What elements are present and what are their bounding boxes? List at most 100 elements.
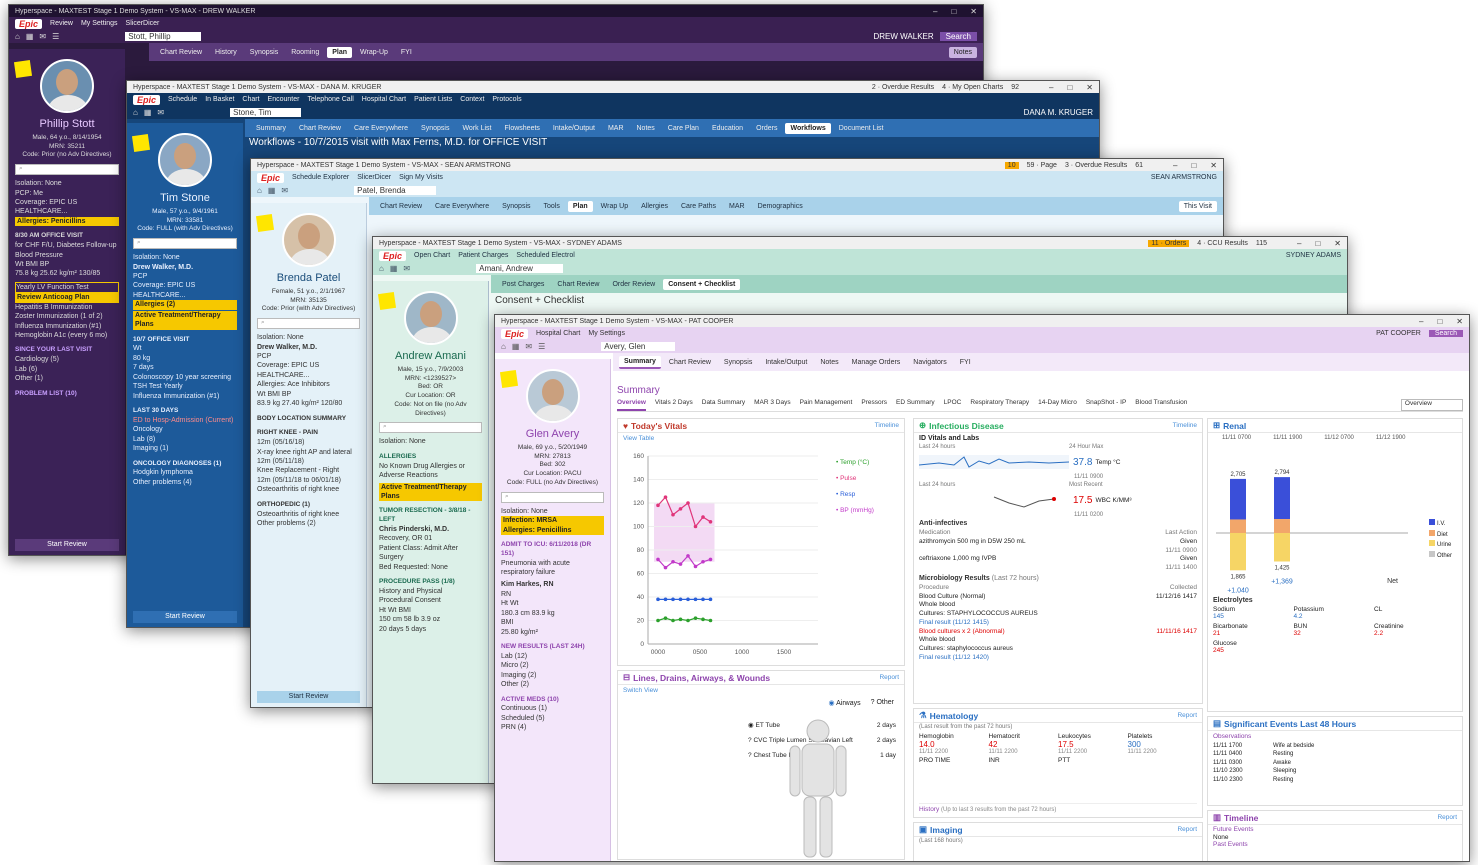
- calendar-icon[interactable]: ▦: [268, 186, 276, 195]
- tab-flowsheets[interactable]: Flowsheets: [500, 123, 545, 134]
- health-maintenance-item[interactable]: Review Anticoag Plan: [15, 293, 119, 303]
- subtab-blood-transfusion[interactable]: Blood Transfusion: [1135, 399, 1187, 411]
- result-other[interactable]: Other (2): [501, 680, 604, 689]
- timeline-link[interactable]: Timeline: [875, 422, 899, 429]
- oncology-diagnoses-header[interactable]: ONCOLOGY DIAGNOSES (1): [133, 460, 237, 469]
- tab-order-review[interactable]: Order Review: [607, 279, 660, 290]
- minimize-icon[interactable]: –: [933, 7, 937, 16]
- notes-button[interactable]: Notes: [948, 46, 977, 58]
- home-icon[interactable]: ⌂: [257, 186, 262, 195]
- epic-button[interactable]: Epic: [257, 172, 285, 183]
- sticky-note-icon[interactable]: [131, 133, 151, 153]
- start-review-button[interactable]: Start Review: [133, 611, 237, 623]
- result-imaging[interactable]: Imaging (2): [501, 671, 604, 680]
- orders-alert[interactable]: 11 · Orders: [1148, 239, 1190, 247]
- nurse-name[interactable]: Kim Harkes, RN: [501, 580, 604, 589]
- home-icon[interactable]: ⌂: [501, 342, 506, 351]
- tab-plan[interactable]: Plan: [567, 200, 593, 212]
- result-micro[interactable]: Micro (2): [501, 661, 604, 670]
- subtab-micro[interactable]: 14-Day Micro: [1038, 399, 1077, 411]
- tab-chart-review[interactable]: Chart Review: [294, 123, 346, 134]
- patient-tab[interactable]: Avery, Glen: [601, 342, 676, 351]
- this-visit-dropdown[interactable]: This Visit: [1178, 200, 1217, 212]
- sidebar-search[interactable]: ⌕: [133, 238, 237, 250]
- subtab-data-summary[interactable]: Data Summary: [702, 399, 745, 411]
- history-row[interactable]: History (Up to last 3 results from the p…: [919, 803, 1197, 813]
- micro-status[interactable]: Final result (11/12 1415): [919, 619, 989, 628]
- tab-summary[interactable]: Summary: [251, 123, 291, 134]
- result-imaging[interactable]: Imaging (1): [133, 444, 237, 453]
- result-lab[interactable]: Lab (8): [133, 435, 237, 444]
- minimize-icon[interactable]: –: [1297, 239, 1301, 248]
- treatment-plans-badge[interactable]: Active Treatment/Therapy Plans: [133, 310, 237, 330]
- event-row[interactable]: 11/10 2300 Resting: [1213, 776, 1457, 784]
- tab-wrap-up[interactable]: Wrap-Up: [355, 47, 393, 58]
- allergies-badge[interactable]: Allergies: Penicillins: [501, 525, 604, 535]
- menu-my-settings[interactable]: My Settings: [81, 20, 118, 27]
- menu-chart[interactable]: Chart: [242, 96, 259, 103]
- allergies-badge[interactable]: Allergies: Penicillins: [15, 216, 119, 227]
- calendar-icon[interactable]: ▦: [144, 108, 152, 117]
- timeline-item[interactable]: 12m (05/11/18 to 06/01/18): [257, 476, 360, 485]
- allergies[interactable]: Allergies: Ace Inhibitors: [257, 380, 360, 389]
- home-icon[interactable]: ⌂: [133, 108, 138, 117]
- event-row[interactable]: 11/11 1700 Wife at bedside: [1213, 742, 1457, 750]
- start-review-button[interactable]: Start Review: [15, 539, 119, 551]
- home-icon[interactable]: ⌂: [379, 264, 384, 273]
- electrolyte[interactable]: Creatinine 2.2: [1374, 623, 1455, 637]
- result-other[interactable]: Other (1): [15, 374, 119, 383]
- alert-badge[interactable]: 10: [1004, 161, 1019, 169]
- tab-chart-review[interactable]: Chart Review: [664, 357, 716, 368]
- result-oncology[interactable]: Oncology: [133, 425, 237, 434]
- meds-continuous[interactable]: Continuous (1): [501, 704, 604, 713]
- patient-tab[interactable]: Patel, Brenda: [354, 186, 436, 195]
- menu-schedule-explorer[interactable]: Schedule Explorer: [292, 174, 349, 181]
- maximize-icon[interactable]: □: [1191, 161, 1196, 170]
- health-maintenance-item[interactable]: Zoster Immunization (1 of 2): [15, 312, 119, 321]
- micro-row[interactable]: Blood cultures x 2 (Abnormal) 11/11/16 14…: [914, 628, 1202, 637]
- patient-tab[interactable]: Amani, Andrew: [476, 264, 563, 273]
- med-row[interactable]: ceftriaxone 1,000 mg IVPB Given: [914, 555, 1202, 564]
- tab-navigators[interactable]: Navigators: [908, 357, 951, 368]
- electrolyte[interactable]: Bicarbonate 21: [1213, 623, 1294, 637]
- subtab-vitals[interactable]: Vitals 2 Days: [655, 399, 693, 411]
- list-icon[interactable]: ☰: [538, 342, 545, 351]
- switch-view-link[interactable]: Switch View: [618, 685, 904, 696]
- subtab-pain-management[interactable]: Pain Management: [800, 399, 853, 411]
- lab-value[interactable]: Hemoglobin 14.0 11/11 2200: [919, 733, 989, 755]
- search-input[interactable]: Search: [939, 32, 977, 41]
- messages-alert[interactable]: 61: [1135, 162, 1143, 169]
- lab-name[interactable]: INR: [989, 757, 1059, 764]
- timeline-item[interactable]: Osteoarthritis of right knee: [257, 485, 360, 494]
- electrolyte[interactable]: Potassium 4.2: [1294, 606, 1375, 620]
- menu-review[interactable]: Review: [50, 20, 73, 27]
- menu-slicerdicer[interactable]: SlicerDicer: [357, 174, 391, 181]
- menu-schedule[interactable]: Schedule: [168, 96, 197, 103]
- minimize-icon[interactable]: –: [1419, 317, 1423, 326]
- diagnosis-item[interactable]: Hodgkin lymphoma: [133, 468, 237, 477]
- report-link[interactable]: Report: [1177, 712, 1197, 719]
- close-icon[interactable]: ✕: [970, 7, 977, 16]
- timeline-item[interactable]: X-ray knee right AP and lateral: [257, 448, 360, 457]
- event-row[interactable]: 11/11 0300 Awake: [1213, 759, 1457, 767]
- tab-synopsis[interactable]: Synopsis: [497, 201, 535, 212]
- airways-filter[interactable]: ◉ Airways: [828, 699, 860, 707]
- lab-name[interactable]: PRO TIME: [919, 757, 989, 764]
- tab-notes[interactable]: Notes: [632, 123, 660, 134]
- subtab-pressors[interactable]: Pressors: [861, 399, 887, 411]
- diagnosis-item[interactable]: Osteoarthritis of right knee: [257, 510, 360, 519]
- maximize-icon[interactable]: □: [1067, 83, 1072, 92]
- sidebar-search[interactable]: ⌕: [501, 491, 604, 503]
- subtab-lpoc[interactable]: LPOC: [944, 399, 962, 411]
- result-lab[interactable]: Lab (12): [501, 652, 604, 661]
- tab-care-everywhere[interactable]: Care Everywhere: [349, 123, 413, 134]
- maximize-icon[interactable]: □: [1315, 239, 1320, 248]
- overdue-results-alert[interactable]: 2 · Overdue Results: [872, 84, 934, 91]
- lab-value[interactable]: Leukocytes 17.5 11/11 2200: [1058, 733, 1128, 755]
- timeline-item[interactable]: Knee Replacement - Right: [257, 466, 360, 475]
- tab-consent-checklist[interactable]: Consent + Checklist: [663, 278, 741, 290]
- event-row[interactable]: 11/11 0400 Resting: [1213, 750, 1457, 758]
- minimize-icon[interactable]: –: [1049, 83, 1053, 92]
- patient-tab[interactable]: Stott, Phillip: [125, 32, 201, 41]
- sidebar-search[interactable]: ⌕: [15, 164, 119, 176]
